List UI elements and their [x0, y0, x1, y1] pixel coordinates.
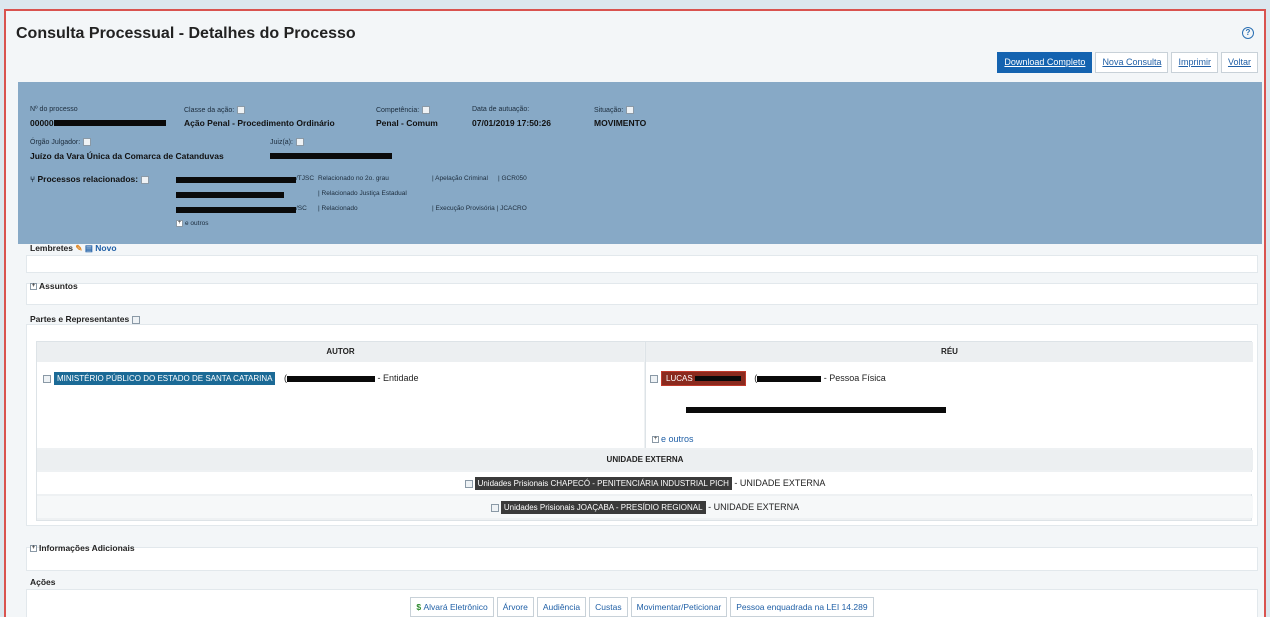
reu-tipo: - Pessoa Física: [823, 373, 886, 383]
reu-e-outros-link[interactable]: + e outros: [652, 434, 694, 444]
audiencia-button[interactable]: Audiência: [536, 597, 587, 617]
lembretes-box: [26, 255, 1258, 273]
info-icon[interactable]: [650, 374, 658, 383]
alvara-eletronico-button[interactable]: $ Alvará Eletrônico: [410, 597, 494, 617]
redaction-bar: [686, 407, 946, 413]
info-icon[interactable]: [490, 503, 499, 512]
expand-icon: +: [176, 220, 183, 227]
page-title: Consulta Processual - Detalhes do Proces…: [16, 25, 356, 42]
info-adicionais-section: + Informações Adicionais: [22, 541, 1262, 571]
unidade-row: Unidades Prisionais JOAÇABA - PRESÍDIO R…: [37, 496, 1253, 518]
info-adicionais-toggle[interactable]: + Informações Adicionais: [30, 543, 135, 553]
acoes-section: Ações $ Alvará Eletrônico Árvore Audiênc…: [22, 577, 1262, 617]
related-relation: | Relacionado Justiça Estadual: [318, 190, 407, 197]
unidade-name[interactable]: Unidades Prisionais CHAPECÓ - PENITENCIÁ…: [474, 477, 732, 490]
juiz-label: Juiz(a):: [270, 138, 304, 146]
info-icon[interactable]: [83, 138, 92, 146]
info-icon[interactable]: [141, 175, 150, 184]
situacao-value: MOVIMENTO: [594, 118, 647, 128]
note-icon: ▤: [84, 243, 93, 253]
reu-header: RÉU: [645, 342, 1253, 362]
redaction-bar: [176, 177, 296, 183]
data-autuacao-value: 07/01/2019 17:50:26: [472, 118, 551, 128]
dollar-icon: $: [416, 602, 424, 612]
acoes-toolbar: $ Alvará Eletrônico Árvore Audiência Cus…: [22, 597, 1262, 617]
redaction-bar: [286, 375, 375, 382]
custas-button[interactable]: Custas: [589, 597, 628, 617]
pencil-icon[interactable]: ✎: [75, 243, 82, 253]
partes-table: AUTOR RÉU MINISTÉRIO PÚBLICO DO ESTADO D…: [36, 341, 1253, 521]
info-icon[interactable]: [626, 106, 635, 114]
unidade-row: Unidades Prisionais CHAPECÓ - PENITENCIÁ…: [37, 472, 1253, 494]
autor-name[interactable]: MINISTÉRIO PÚBLICO DO ESTADO DE SANTA CA…: [54, 372, 276, 385]
lembretes-title: Lembretes ✎ ▤ Novo: [30, 243, 117, 253]
assuntos-toggle[interactable]: + Assuntos: [30, 281, 78, 291]
new-query-button[interactable]: Nova Consulta: [1095, 52, 1169, 73]
unidade-tipo: - UNIDADE EXTERNA: [734, 478, 826, 488]
autor-cell: MINISTÉRIO PÚBLICO DO ESTADO DE SANTA CA…: [37, 362, 644, 448]
autor-header: AUTOR: [37, 342, 644, 362]
lembretes-section: Lembretes ✎ ▤ Novo: [22, 243, 1262, 273]
situacao-label: Situação:: [594, 106, 635, 114]
assuntos-section: + Assuntos: [22, 279, 1262, 305]
related-class: | Apelação Criminal: [432, 175, 488, 182]
info-icon[interactable]: [43, 374, 51, 383]
info-icon[interactable]: [464, 479, 473, 488]
pessoa-enquadrada-button[interactable]: Pessoa enquadrada na LEI 14.289: [730, 597, 874, 617]
expand-icon: +: [652, 436, 659, 444]
redaction-bar: [176, 192, 284, 198]
arvore-button[interactable]: Árvore: [496, 597, 534, 617]
info-icon[interactable]: [422, 106, 431, 114]
reu-row: LUCAS ( - Pessoa Física: [650, 371, 886, 386]
related-relation: | Relacionado: [318, 205, 358, 212]
orgao-value: Juízo da Vara Única da Comarca de Catand…: [30, 151, 224, 161]
info-adicionais-box: [26, 547, 1258, 571]
classe-value: Ação Penal - Procedimento Ordinário: [184, 118, 335, 128]
autor-tipo: - Entidade: [377, 373, 419, 383]
movimentar-peticionar-button[interactable]: Movimentar/Peticionar: [630, 597, 728, 617]
assuntos-box: [26, 283, 1258, 305]
related-class: | Execução Provisória | JCACRO: [432, 205, 527, 212]
e-outros-link[interactable]: + e outros: [176, 220, 209, 227]
relacionados-label: ⑂ Processos relacionados:: [30, 174, 150, 184]
toolbar: Download Completo Nova Consulta Imprimir…: [997, 52, 1258, 73]
redaction-bar: [757, 375, 822, 382]
redaction-bar: [54, 120, 166, 126]
expand-icon: +: [30, 283, 37, 291]
competencia-label: Competência:: [376, 106, 431, 114]
unidade-tipo: - UNIDADE EXTERNA: [708, 502, 800, 512]
processo-label: Nº do processo: [30, 106, 78, 113]
unidade-header: UNIDADE EXTERNA: [37, 450, 1253, 470]
reu-cell: LUCAS ( - Pessoa Física + e outros: [645, 362, 1253, 448]
expand-icon: +: [30, 545, 37, 553]
download-complete-button[interactable]: Download Completo: [997, 52, 1093, 73]
reu-name[interactable]: LUCAS: [661, 371, 746, 386]
related-suffix: /SC: [296, 205, 307, 212]
related-relation: Relacionado no 2o. grau: [318, 175, 389, 182]
info-icon[interactable]: [132, 315, 141, 324]
competencia-value: Penal - Comum: [376, 118, 438, 128]
related-code: | GCR050: [498, 175, 527, 182]
info-icon[interactable]: [295, 138, 304, 146]
back-button[interactable]: Voltar: [1220, 52, 1258, 73]
redaction-bar: [176, 207, 296, 213]
redaction-bar: [270, 153, 392, 159]
data-autuacao-label: Data de autuação:: [472, 106, 530, 113]
acoes-title: Ações: [30, 577, 56, 587]
question-circle-icon[interactable]: ?: [1242, 27, 1254, 39]
partes-title: Partes e Representantes: [30, 314, 141, 324]
info-icon[interactable]: [237, 106, 246, 114]
novo-lembrete-link[interactable]: Novo: [95, 243, 116, 253]
related-suffix: /TJSC: [296, 175, 315, 182]
classe-label: Classe da ação:: [184, 106, 246, 114]
processo-value: 00000: [30, 118, 54, 128]
autor-row: MINISTÉRIO PÚBLICO DO ESTADO DE SANTA CA…: [43, 372, 419, 385]
process-header-panel: Nº do processo 00000 Classe da ação: Açã…: [18, 82, 1262, 244]
unidade-name[interactable]: Unidades Prisionais JOAÇABA - PRESÍDIO R…: [500, 501, 706, 514]
redaction-bar: [694, 376, 741, 382]
orgao-label: Órgão Julgador:: [30, 138, 92, 146]
main-frame: Consulta Processual - Detalhes do Proces…: [4, 9, 1266, 617]
print-button[interactable]: Imprimir: [1171, 52, 1218, 73]
